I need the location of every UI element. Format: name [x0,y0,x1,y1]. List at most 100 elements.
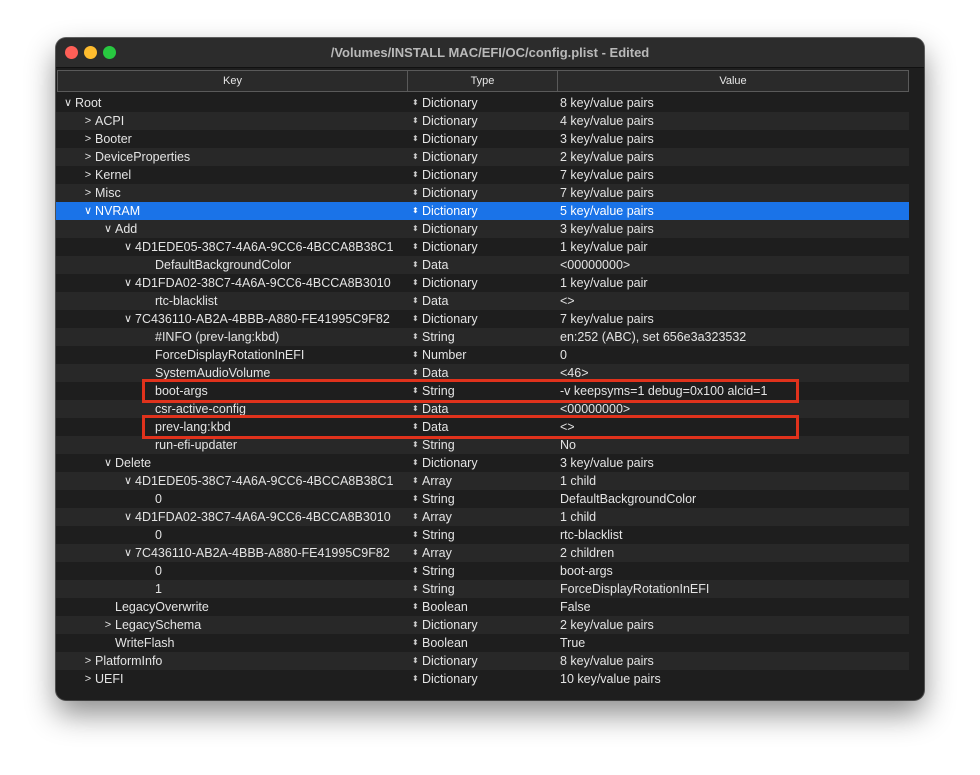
type-popup[interactable]: ⬍ Dictionary [408,202,558,220]
key-cell[interactable]: > Booter [56,130,408,148]
value-cell[interactable]: <46> [560,364,900,382]
type-popup[interactable]: ⬍ Number [408,346,558,364]
key-cell[interactable]: 0 [56,490,408,508]
table-row[interactable]: 0 ⬍ String DefaultBackgroundColor [56,490,909,508]
key-cell[interactable]: #INFO (prev-lang:kbd) [56,328,408,346]
value-cell[interactable]: 10 key/value pairs [560,670,900,688]
type-popup[interactable]: ⬍ String [408,436,558,454]
type-popup[interactable]: ⬍ String [408,328,558,346]
value-cell[interactable]: 8 key/value pairs [560,652,900,670]
type-popup[interactable]: ⬍ Dictionary [408,112,558,130]
table-row[interactable]: ∨ 4D1FDA02-38C7-4A6A-9CC6-4BCCA8B3010 ⬍ Arr… [56,508,909,526]
key-cell[interactable]: ∨ 4D1EDE05-38C7-4A6A-9CC6-4BCCA8B38C1 [56,238,408,256]
key-cell[interactable]: ∨ 4D1FDA02-38C7-4A6A-9CC6-4BCCA8B3010 [56,274,408,292]
table-row[interactable]: > PlatformInfo ⬍ Dictionary 8 key/value pair… [56,652,909,670]
table-row[interactable]: ∨ Root ⬍ Dictionary 8 key/value pairs [56,94,909,112]
chevron-right-icon[interactable]: > [82,166,94,184]
table-row[interactable]: boot-args ⬍ String -v keepsyms=1 debug=0x10… [56,382,909,400]
value-cell[interactable]: DefaultBackgroundColor [560,490,900,508]
key-cell[interactable]: ∨ 4D1EDE05-38C7-4A6A-9CC6-4BCCA8B38C1 [56,472,408,490]
key-cell[interactable]: > DeviceProperties [56,148,408,166]
type-popup[interactable]: ⬍ String [408,562,558,580]
type-popup[interactable]: ⬍ Array [408,472,558,490]
key-cell[interactable]: DefaultBackgroundColor [56,256,408,274]
chevron-right-icon[interactable]: > [102,616,114,634]
type-popup[interactable]: ⬍ Data [408,418,558,436]
value-cell[interactable]: 7 key/value pairs [560,184,900,202]
table-row[interactable]: run-efi-updater ⬍ String No [56,436,909,454]
table-row[interactable]: csr-active-config ⬍ Data <00000000> [56,400,909,418]
title-bar[interactable]: /Volumes/INSTALL MAC/EFI/OC/config.plist… [56,38,924,68]
chevron-right-icon[interactable]: > [82,652,94,670]
type-popup[interactable]: ⬍ Boolean [408,598,558,616]
table-row[interactable]: > DeviceProperties ⬍ Dictionary 2 key/value … [56,148,909,166]
chevron-right-icon[interactable]: > [82,130,94,148]
chevron-down-icon[interactable]: ∨ [122,544,134,562]
type-popup[interactable]: ⬍ String [408,526,558,544]
key-cell[interactable]: ForceDisplayRotationInEFI [56,346,408,364]
key-cell[interactable]: run-efi-updater [56,436,408,454]
type-popup[interactable]: ⬍ Dictionary [408,454,558,472]
key-cell[interactable]: > ACPI [56,112,408,130]
chevron-down-icon[interactable]: ∨ [102,220,114,238]
table-row[interactable]: LegacyOverwrite ⬍ Boolean False [56,598,909,616]
key-cell[interactable]: ∨ Root [56,94,408,112]
type-popup[interactable]: ⬍ Data [408,364,558,382]
key-cell[interactable]: 0 [56,526,408,544]
table-row[interactable]: > Kernel ⬍ Dictionary 7 key/value pairs [56,166,909,184]
table-row[interactable]: 0 ⬍ String boot-args [56,562,909,580]
key-cell[interactable]: ∨ NVRAM [56,202,408,220]
table-row[interactable]: WriteFlash ⬍ Boolean True [56,634,909,652]
key-cell[interactable]: 0 [56,562,408,580]
value-cell[interactable]: rtc-blacklist [560,526,900,544]
type-popup[interactable]: ⬍ Dictionary [408,148,558,166]
chevron-down-icon[interactable]: ∨ [82,202,94,220]
value-cell[interactable]: 2 key/value pairs [560,616,900,634]
value-cell[interactable]: boot-args [560,562,900,580]
value-cell[interactable]: 1 key/value pair [560,274,900,292]
chevron-down-icon[interactable]: ∨ [122,238,134,256]
value-cell[interactable]: 7 key/value pairs [560,310,900,328]
value-cell[interactable]: 0 [560,346,900,364]
chevron-right-icon[interactable]: > [82,148,94,166]
type-popup[interactable]: ⬍ String [408,490,558,508]
key-cell[interactable]: > LegacySchema [56,616,408,634]
type-popup[interactable]: ⬍ Data [408,256,558,274]
type-popup[interactable]: ⬍ String [408,382,558,400]
key-cell[interactable]: boot-args [56,382,408,400]
table-row[interactable]: ∨ 4D1FDA02-38C7-4A6A-9CC6-4BCCA8B3010 ⬍ Dic… [56,274,909,292]
key-cell[interactable]: WriteFlash [56,634,408,652]
table-row[interactable]: > ACPI ⬍ Dictionary 4 key/value pairs [56,112,909,130]
type-popup[interactable]: ⬍ Dictionary [408,274,558,292]
key-cell[interactable]: rtc-blacklist [56,292,408,310]
value-cell[interactable]: en:252 (ABC), set 656e3a323532 [560,328,900,346]
key-cell[interactable]: > PlatformInfo [56,652,408,670]
key-cell[interactable]: prev-lang:kbd [56,418,408,436]
chevron-down-icon[interactable]: ∨ [122,508,134,526]
value-cell[interactable]: <> [560,292,900,310]
value-cell[interactable]: 1 key/value pair [560,238,900,256]
chevron-right-icon[interactable]: > [82,112,94,130]
type-popup[interactable]: ⬍ Array [408,508,558,526]
type-popup[interactable]: ⬍ Dictionary [408,130,558,148]
table-row[interactable]: #INFO (prev-lang:kbd) ⬍ String en:252 (ABC)… [56,328,909,346]
type-popup[interactable]: ⬍ Data [408,400,558,418]
type-popup[interactable]: ⬍ Array [408,544,558,562]
value-cell[interactable]: 4 key/value pairs [560,112,900,130]
key-cell[interactable]: csr-active-config [56,400,408,418]
key-cell[interactable]: > UEFI [56,670,408,688]
value-column-header[interactable]: Value [558,71,908,91]
value-cell[interactable]: True [560,634,900,652]
chevron-down-icon[interactable]: ∨ [122,310,134,328]
value-cell[interactable]: 3 key/value pairs [560,220,900,238]
value-cell[interactable]: 2 key/value pairs [560,148,900,166]
key-cell[interactable]: ∨ Delete [56,454,408,472]
type-popup[interactable]: ⬍ Dictionary [408,238,558,256]
table-row[interactable]: ∨ NVRAM ⬍ Dictionary 5 key/value pairs [56,202,909,220]
table-row[interactable]: 0 ⬍ String rtc-blacklist [56,526,909,544]
key-cell[interactable]: SystemAudioVolume [56,364,408,382]
value-cell[interactable]: ForceDisplayRotationInEFI [560,580,900,598]
table-row[interactable]: prev-lang:kbd ⬍ Data <> [56,418,909,436]
type-column-header[interactable]: Type [408,71,558,91]
value-cell[interactable]: -v keepsyms=1 debug=0x100 alcid=1 [560,382,900,400]
